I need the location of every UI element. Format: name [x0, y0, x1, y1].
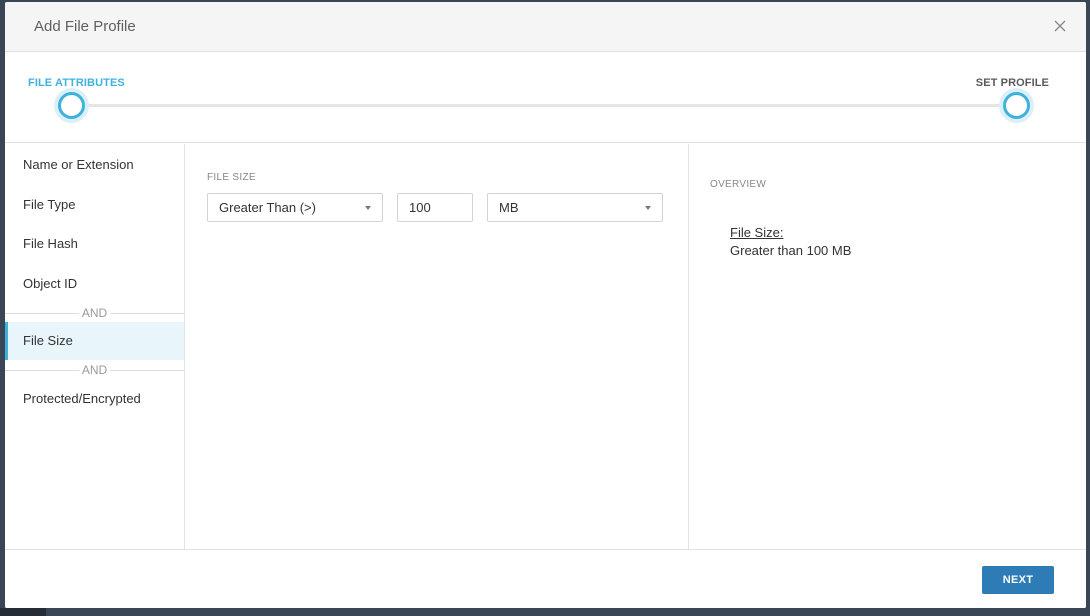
- operator-select-value: Greater Than (>): [219, 200, 316, 215]
- sidebar-item-name-or-extension[interactable]: Name or Extension: [5, 146, 184, 184]
- overview-panel: OVERVIEW File Size: Greater than 100 MB: [689, 144, 1086, 549]
- modal-title: Add File Profile: [34, 18, 136, 35]
- sidebar-item-protected-encrypted[interactable]: Protected/Encrypted: [5, 380, 184, 418]
- sidebar-item-file-size[interactable]: File Size: [5, 322, 184, 360]
- and-label: AND: [78, 306, 111, 320]
- attribute-sidebar: Name or Extension File Type File Hash Ob…: [5, 144, 185, 549]
- step-dot-set-profile[interactable]: [1003, 92, 1030, 119]
- overview-heading: OVERVIEW: [710, 179, 767, 190]
- file-size-input[interactable]: [397, 193, 473, 222]
- chevron-down-icon: [365, 206, 371, 210]
- add-file-profile-modal: Add File Profile FILE ATTRIBUTES SET PRO…: [5, 2, 1086, 608]
- sidebar-item-object-id[interactable]: Object ID: [5, 265, 184, 303]
- next-button[interactable]: NEXT: [982, 566, 1054, 594]
- backdrop-bar: [0, 608, 46, 616]
- overview-value: Greater than 100 MB: [730, 243, 852, 258]
- and-separator: AND: [5, 306, 184, 320]
- unit-select[interactable]: MB: [487, 193, 663, 222]
- close-button[interactable]: [1052, 18, 1068, 34]
- step-progress-track: [71, 104, 1017, 107]
- section-label-file-size: FILE SIZE: [207, 172, 256, 183]
- step-label-set-profile: SET PROFILE: [975, 77, 1049, 89]
- file-size-panel: FILE SIZE Greater Than (>) MB: [185, 144, 689, 549]
- sidebar-item-file-hash[interactable]: File Hash: [5, 225, 184, 263]
- chevron-down-icon: [645, 206, 651, 210]
- step-dot-file-attributes[interactable]: [58, 92, 85, 119]
- close-icon: [1054, 20, 1066, 32]
- modal-footer: NEXT: [5, 549, 1086, 608]
- overview-key: File Size:: [730, 225, 784, 240]
- and-label: AND: [78, 363, 111, 377]
- step-label-file-attributes: FILE ATTRIBUTES: [28, 77, 125, 89]
- unit-select-value: MB: [499, 200, 519, 215]
- wizard-stepper: FILE ATTRIBUTES SET PROFILE: [5, 52, 1086, 143]
- operator-select[interactable]: Greater Than (>): [207, 193, 383, 222]
- modal-header: Add File Profile: [5, 2, 1086, 52]
- sidebar-item-file-type[interactable]: File Type: [5, 186, 184, 224]
- and-separator: AND: [5, 363, 184, 377]
